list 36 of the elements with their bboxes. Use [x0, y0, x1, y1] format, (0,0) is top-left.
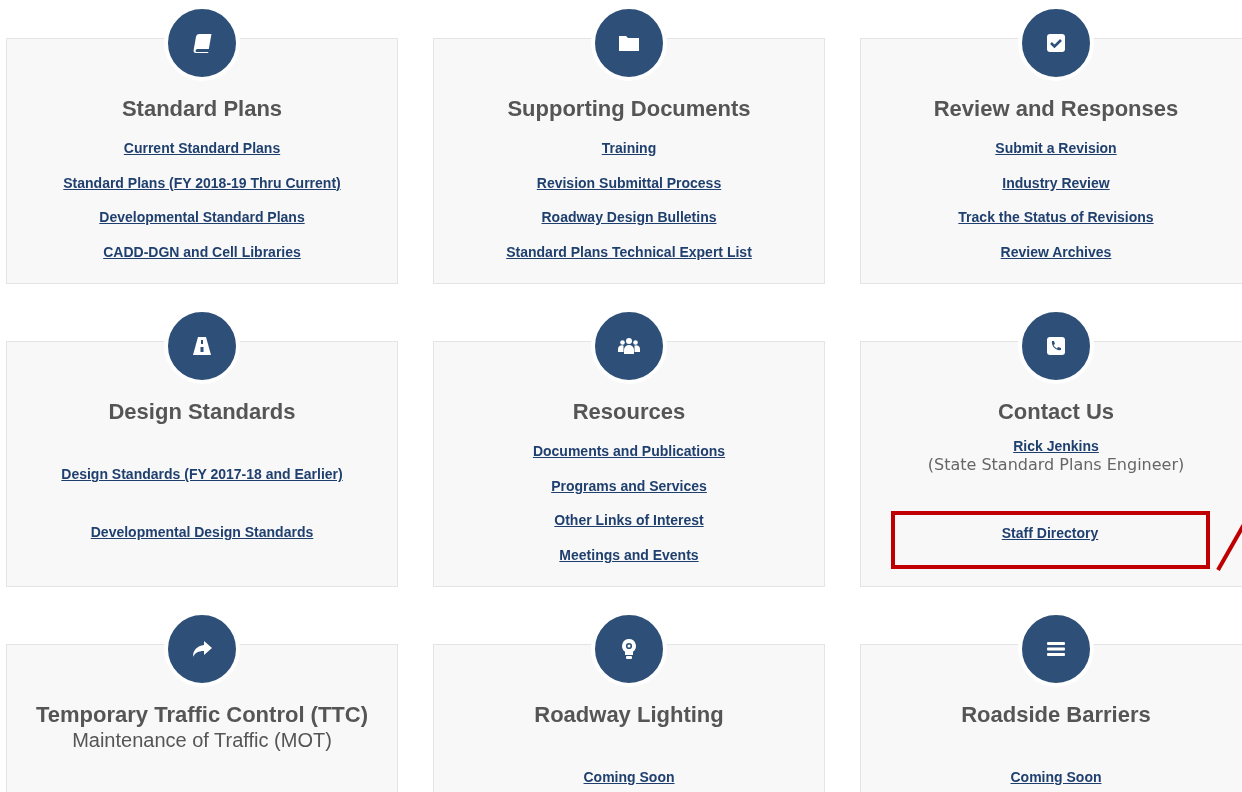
card-title: Standard Plans	[121, 96, 283, 122]
link[interactable]: Track the Status of Revisions	[958, 209, 1154, 227]
link[interactable]: CADD-DGN and Cell Libraries	[103, 244, 301, 262]
link[interactable]: Rick Jenkins	[1013, 438, 1099, 455]
link[interactable]: Documents and Publications	[532, 442, 726, 460]
card-title: Roadway Lighting	[534, 702, 724, 728]
road-icon	[190, 334, 214, 358]
job-title: (State Standard Plans Engineer)	[927, 454, 1185, 476]
card-title: Temporary Traffic Control (TTC)	[35, 702, 369, 728]
link[interactable]: Developmental Standard Plans	[99, 209, 305, 227]
link[interactable]: Programs and Services	[551, 477, 707, 495]
link[interactable]: Staff Directory	[1001, 525, 1099, 565]
link[interactable]: Standard Plans Technical Expert List	[506, 244, 752, 262]
link[interactable]: Submit a Revision	[995, 139, 1117, 157]
link[interactable]: Other Links of Interest	[554, 512, 704, 530]
link[interactable]: Coming Soon	[1010, 769, 1102, 786]
link[interactable]: Review Archives	[1000, 244, 1112, 262]
link[interactable]: Revision Submittal Process	[536, 174, 722, 192]
link[interactable]: Developmental Design Standards	[90, 524, 314, 541]
card-title: Design Standards	[108, 399, 296, 425]
link[interactable]: Training	[601, 139, 657, 157]
link[interactable]: Coming Soon	[583, 769, 675, 786]
link[interactable]: Industry Review	[1002, 174, 1110, 192]
card-subtitle: Maintenance of Traffic (MOT)	[72, 728, 332, 752]
checkbox-icon	[1044, 31, 1068, 55]
card-title: Roadside Barriers	[961, 702, 1151, 728]
phone-icon	[1044, 334, 1068, 358]
link[interactable]: Standard Plans (FY 2018-19 Thru Current)	[63, 174, 341, 192]
card-title: Contact Us	[997, 399, 1115, 425]
link[interactable]: Design Standards (FY 2017-18 and Earlier)	[61, 466, 343, 483]
card-title: Resources	[572, 399, 686, 425]
link[interactable]: Current Standard Plans	[123, 139, 281, 157]
card-title: Review and Responses	[933, 96, 1179, 122]
card-title: Supporting Documents	[507, 96, 751, 122]
link[interactable]: Roadway Design Bulletins	[541, 209, 717, 227]
link[interactable]: Meetings and Events	[559, 547, 699, 565]
